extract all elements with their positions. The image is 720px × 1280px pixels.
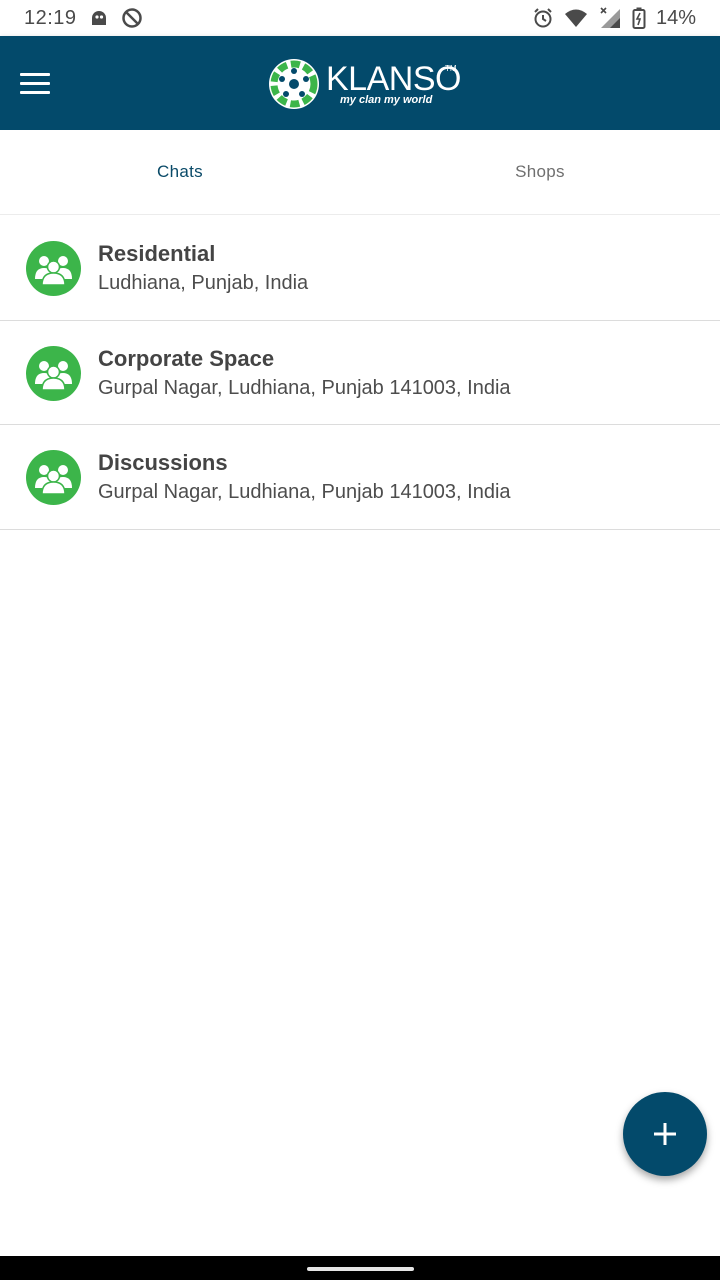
- menu-line: [20, 90, 50, 94]
- ghost-icon: [89, 8, 109, 28]
- logo-trademark: TM: [445, 64, 457, 73]
- logo-tagline: my clan my world: [340, 94, 433, 106]
- chat-title: Corporate Space: [98, 345, 275, 371]
- chat-title: Discussions: [98, 450, 228, 475]
- app-bar: KLANSO TM my clan my world: [0, 36, 720, 130]
- chat-location: Ludhiana, Punjab, India: [98, 272, 309, 294]
- chat-item-text: Residential Ludhiana, Punjab, India: [98, 241, 308, 297]
- chat-item-text: Discussions Gurpal Nagar, Ludhiana, Punj…: [98, 450, 511, 506]
- tab-bar: Chats Shops: [0, 130, 720, 215]
- chat-item-text: Corporate Space Gurpal Nagar, Ludhiana, …: [98, 346, 511, 402]
- status-left: 12:19: [24, 7, 143, 30]
- wifi-icon: [564, 8, 588, 28]
- system-nav-bar: [0, 1256, 720, 1280]
- status-time: 12:19: [24, 6, 77, 29]
- chat-item-discussions[interactable]: Discussions Gurpal Nagar, Ludhiana, Punj…: [0, 425, 720, 530]
- hamburger-menu-icon[interactable]: [20, 65, 56, 101]
- signal-icon: [598, 6, 622, 30]
- chat-title: Residential: [98, 241, 216, 266]
- alarm-icon: [532, 7, 554, 29]
- status-bar: 12:19 14%: [0, 0, 720, 36]
- chat-location: Gurpal Nagar, Ludhiana, Punjab 141003, I…: [98, 376, 511, 399]
- tab-chats[interactable]: Chats: [0, 130, 360, 214]
- group-icon: [26, 241, 81, 296]
- menu-line: [20, 81, 50, 85]
- menu-line: [20, 72, 50, 76]
- home-gesture-pill[interactable]: [307, 1267, 414, 1271]
- chat-item-residential[interactable]: Residential Ludhiana, Punjab, India: [0, 216, 720, 321]
- chat-list: Residential Ludhiana, Punjab, India Corp…: [0, 216, 720, 530]
- battery-icon: [632, 7, 646, 29]
- group-icon: [26, 450, 81, 505]
- group-icon: [26, 345, 81, 401]
- blocked-icon: [121, 7, 143, 29]
- chat-location: Gurpal Nagar, Ludhiana, Punjab 141003, I…: [98, 481, 511, 503]
- plus-icon: [654, 1123, 676, 1145]
- status-right: 14%: [532, 6, 696, 30]
- tab-shops[interactable]: Shops: [360, 130, 720, 214]
- battery-percentage: 14%: [655, 6, 696, 29]
- add-chat-button[interactable]: [623, 1092, 707, 1176]
- chat-item-corporate-space[interactable]: Corporate Space Gurpal Nagar, Ludhiana, …: [0, 321, 720, 425]
- klanso-logo: KLANSO TM my clan my world: [268, 56, 461, 112]
- logo-mark-icon: [269, 59, 319, 109]
